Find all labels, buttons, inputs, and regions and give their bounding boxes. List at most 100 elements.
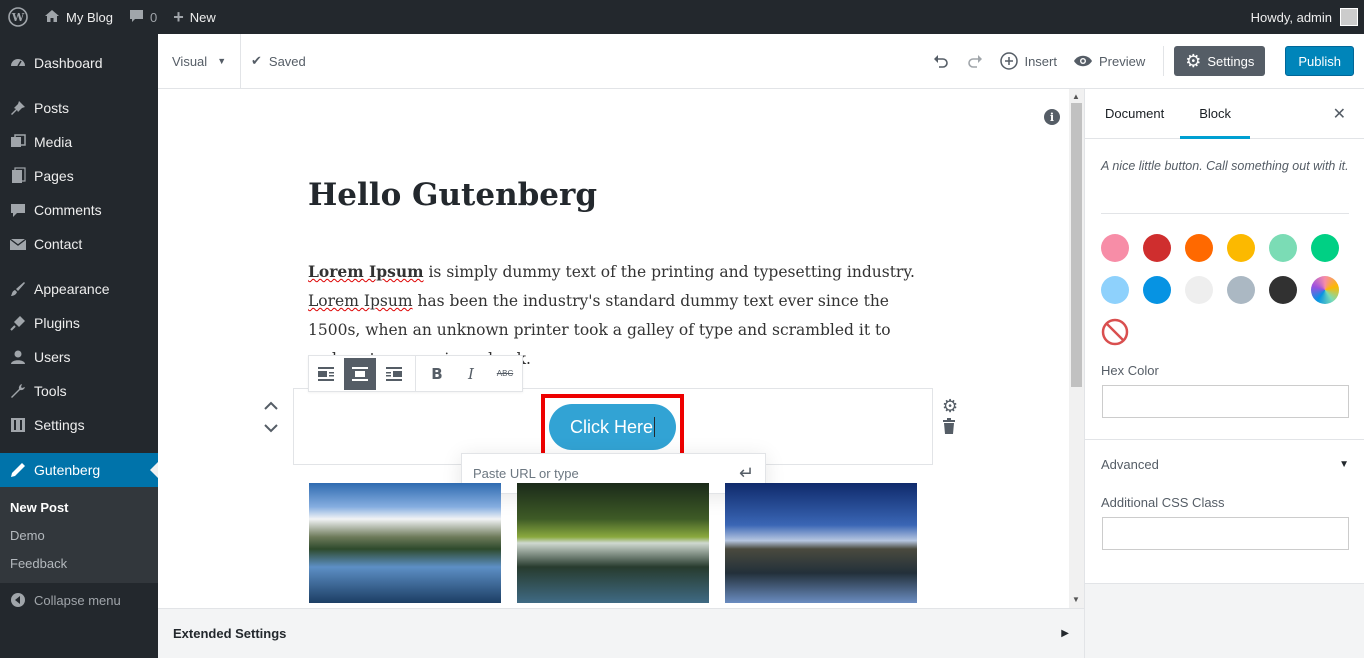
- sidebar-item-plugins[interactable]: Plugins: [0, 306, 158, 340]
- sidebar-item-tools[interactable]: Tools: [0, 374, 158, 408]
- color-swatch[interactable]: [1143, 276, 1171, 304]
- gallery-image-valley[interactable]: [725, 483, 917, 603]
- tab-block[interactable]: Block: [1180, 89, 1251, 139]
- align-center-icon[interactable]: [344, 357, 376, 390]
- admin-sidebar: Dashboard Posts Media Pages Comments Con…: [0, 34, 158, 658]
- sidebar-item-gutenberg[interactable]: Gutenberg: [0, 453, 158, 487]
- color-swatch[interactable]: [1311, 234, 1339, 262]
- collapse-arrow-icon: [8, 590, 28, 610]
- redo-button[interactable]: [966, 52, 984, 70]
- wrench-icon: [8, 381, 28, 401]
- plus-circle-icon: [1000, 52, 1019, 70]
- gallery-image-waterfall[interactable]: [517, 483, 709, 603]
- clear-color-icon[interactable]: [1101, 318, 1129, 346]
- pencil-icon: [8, 460, 28, 480]
- css-class-label: Additional CSS Class: [1101, 495, 1225, 510]
- canvas-scrollbar[interactable]: ▲ ▼: [1069, 89, 1084, 608]
- avatar[interactable]: [1340, 8, 1358, 26]
- undo-icon: [934, 55, 949, 68]
- para-squig-text: Lorem Ipsum: [308, 292, 413, 310]
- sidebar-item-label: Appearance: [34, 281, 110, 297]
- redo-icon: [968, 55, 983, 68]
- saved-status: ✔ Saved: [241, 53, 306, 69]
- panel-tabs: Document Block ✕: [1085, 89, 1364, 139]
- post-title[interactable]: Hello Gutenberg: [308, 177, 597, 213]
- color-swatch[interactable]: [1269, 234, 1297, 262]
- submenu-demo[interactable]: Demo: [0, 521, 158, 549]
- sidebar-item-posts[interactable]: Posts: [0, 91, 158, 125]
- color-swatch[interactable]: [1101, 276, 1129, 304]
- sidebar-item-settings[interactable]: Settings: [0, 408, 158, 442]
- move-up-icon[interactable]: [264, 398, 282, 414]
- sidebar-item-comments[interactable]: Comments: [0, 193, 158, 227]
- submenu-new-post[interactable]: New Post: [0, 493, 158, 521]
- sidebar-item-contact[interactable]: Contact: [0, 227, 158, 261]
- collapse-menu-button[interactable]: Collapse menu: [0, 583, 158, 617]
- sidebar-item-media[interactable]: Media: [0, 125, 158, 159]
- site-name-link[interactable]: My Blog: [36, 0, 121, 34]
- strikethrough-icon[interactable]: ABC: [489, 358, 521, 390]
- mail-icon: [8, 234, 28, 254]
- tab-document[interactable]: Document: [1085, 89, 1180, 139]
- comments-link[interactable]: 0: [121, 0, 165, 34]
- sidebar-item-label: Settings: [34, 417, 85, 433]
- editor-canvas: i Hello Gutenberg Lorem Ipsum is simply …: [158, 89, 1069, 608]
- eye-icon: [1073, 54, 1093, 68]
- sidebar-item-appearance[interactable]: Appearance: [0, 272, 158, 306]
- bold-icon[interactable]: B: [421, 358, 453, 390]
- settings-button[interactable]: ⚙ Settings: [1174, 46, 1266, 76]
- expand-arrow-icon: ▶: [1061, 628, 1069, 639]
- color-swatch-gradient[interactable]: [1311, 276, 1339, 304]
- color-swatch[interactable]: [1227, 276, 1255, 304]
- new-content-link[interactable]: + New: [165, 0, 224, 34]
- howdy-user[interactable]: Howdy, admin: [1251, 10, 1332, 25]
- color-swatch[interactable]: [1227, 234, 1255, 262]
- enter-icon[interactable]: ↵: [739, 463, 754, 484]
- scroll-down-icon[interactable]: ▼: [1072, 595, 1080, 604]
- preview-button[interactable]: Preview: [1073, 54, 1145, 69]
- extended-settings-label: Extended Settings: [173, 626, 287, 641]
- sidebar-item-label: Users: [34, 349, 71, 365]
- color-swatch[interactable]: [1185, 276, 1213, 304]
- checkmark-icon: ✔: [251, 53, 262, 68]
- hex-color-input[interactable]: [1102, 385, 1349, 418]
- caret-down-icon: ▼: [1339, 459, 1349, 470]
- editor-mode-dropdown[interactable]: Visual ▼: [158, 33, 241, 89]
- block-gear-icon[interactable]: ⚙: [942, 396, 962, 416]
- submenu-feedback[interactable]: Feedback: [0, 549, 158, 577]
- color-swatch[interactable]: [1269, 276, 1297, 304]
- align-right-icon[interactable]: [378, 358, 410, 390]
- settings-panel: Document Block ✕ A nice little button. C…: [1084, 89, 1364, 658]
- insert-button[interactable]: Insert: [1000, 52, 1057, 70]
- advanced-toggle[interactable]: Advanced ▼: [1101, 457, 1349, 472]
- color-swatch[interactable]: [1185, 234, 1213, 262]
- move-down-icon[interactable]: [264, 420, 282, 436]
- close-icon[interactable]: ✕: [1333, 104, 1346, 124]
- pin-icon: [8, 98, 28, 118]
- undo-button[interactable]: [932, 52, 950, 70]
- italic-icon[interactable]: I: [455, 358, 487, 390]
- color-swatch[interactable]: [1101, 234, 1129, 262]
- align-left-icon[interactable]: [310, 358, 342, 390]
- gallery-image-lake[interactable]: [309, 483, 501, 603]
- brush-icon: [8, 279, 28, 299]
- comment-bubble-icon: [129, 9, 144, 26]
- para-text-1: is simply dummy text of the printing and…: [423, 263, 915, 281]
- publish-button[interactable]: Publish: [1285, 46, 1354, 76]
- wordpress-logo-icon[interactable]: W: [0, 0, 36, 34]
- sidebar-item-label: Comments: [34, 202, 102, 218]
- comment-icon: [8, 200, 28, 220]
- color-swatch[interactable]: [1143, 234, 1171, 262]
- trash-icon[interactable]: [942, 418, 962, 437]
- extended-settings-panel[interactable]: Extended Settings ▶: [158, 608, 1084, 658]
- para-bold-text: Lorem Ipsum: [308, 262, 424, 281]
- css-class-input[interactable]: [1102, 517, 1349, 550]
- sidebar-item-label: Pages: [34, 168, 74, 184]
- sidebar-item-users[interactable]: Users: [0, 340, 158, 374]
- info-icon[interactable]: i: [1044, 109, 1060, 125]
- scrollbar-thumb[interactable]: [1071, 103, 1082, 387]
- sidebar-item-pages[interactable]: Pages: [0, 159, 158, 193]
- scroll-up-icon[interactable]: ▲: [1072, 92, 1080, 101]
- sidebar-item-label: Contact: [34, 236, 83, 252]
- sidebar-item-dashboard[interactable]: Dashboard: [0, 46, 158, 80]
